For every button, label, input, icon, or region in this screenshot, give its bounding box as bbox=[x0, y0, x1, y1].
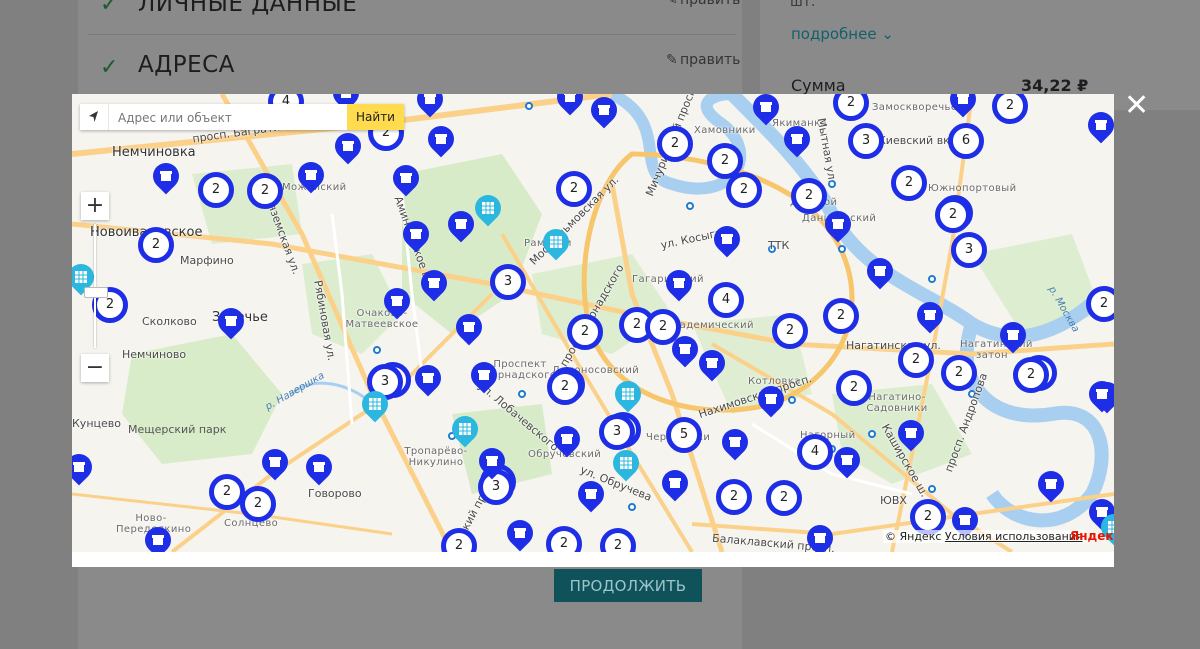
terms-link[interactable]: Условия использования bbox=[945, 530, 1083, 543]
street-label: ЮВХ bbox=[880, 494, 907, 507]
pencil-icon: ✎ bbox=[666, 0, 678, 8]
cluster-marker[interactable]: 5 bbox=[666, 417, 702, 453]
yandex-logo-text: Яндекс bbox=[1070, 529, 1114, 543]
pencil-icon: ✎ bbox=[666, 52, 678, 68]
copyright-text: © Яндекс bbox=[885, 530, 942, 543]
place-label: Немчиновка bbox=[112, 145, 196, 160]
cluster-marker[interactable]: 2 bbox=[138, 227, 174, 263]
district-label: Замоскворечье bbox=[872, 102, 958, 113]
cluster-marker[interactable]: 2 bbox=[657, 126, 693, 162]
close-icon[interactable]: ✕ bbox=[1124, 91, 1149, 121]
cluster-marker[interactable]: 4 bbox=[797, 434, 833, 470]
check-icon: ✓ bbox=[100, 0, 119, 17]
place-label: Говорово bbox=[308, 487, 362, 500]
sum-label: Сумма bbox=[791, 76, 846, 95]
continue-button[interactable]: ПРОДОЛЖИТЬ bbox=[554, 569, 702, 602]
zoom-out-button[interactable]: − bbox=[81, 354, 109, 382]
district-label: Южнопортовый bbox=[928, 183, 1017, 194]
zoom-slider-handle[interactable] bbox=[84, 287, 108, 298]
map-modal: Немчиновка Новоивановское Марфино Сколко… bbox=[72, 94, 1114, 567]
section-personal-title: ЛИЧНЫЕ ДАННЫЕ bbox=[138, 0, 358, 17]
cluster-marker[interactable]: 3 bbox=[490, 264, 526, 300]
map-search-bar: Найти bbox=[80, 104, 404, 132]
geolocation-button[interactable] bbox=[80, 104, 109, 130]
cluster-marker[interactable]: 2 bbox=[941, 355, 977, 391]
cluster-marker[interactable]: 2 bbox=[716, 479, 752, 515]
cluster-marker[interactable]: 2 bbox=[823, 298, 859, 334]
cluster-marker[interactable]: 2 bbox=[240, 486, 276, 522]
place-label: Сколково bbox=[142, 315, 197, 328]
more-link[interactable]: подробнее ⌄ bbox=[791, 25, 894, 43]
find-button[interactable]: Найти bbox=[347, 104, 404, 130]
zoom-control: + − bbox=[81, 192, 109, 382]
cluster-marker[interactable]: 2 bbox=[567, 314, 603, 350]
zoom-in-button[interactable]: + bbox=[81, 192, 109, 220]
map-attribution: © Яндекс Условия использования bbox=[883, 530, 1085, 543]
place-label: Немчиново bbox=[122, 348, 187, 361]
map-search-input[interactable] bbox=[116, 104, 348, 132]
divider bbox=[88, 34, 736, 35]
cluster-marker[interactable]: 2 bbox=[1013, 357, 1049, 393]
place-label: Марфино bbox=[180, 254, 234, 267]
place-label: Кунцево bbox=[72, 417, 121, 430]
park-label: Мещерский парк bbox=[128, 423, 227, 436]
cluster-marker[interactable]: 2 bbox=[891, 165, 927, 201]
cluster-marker[interactable]: 2 bbox=[556, 171, 592, 207]
cluster-marker[interactable]: 4 bbox=[708, 282, 744, 318]
cluster-marker[interactable]: 2 bbox=[772, 313, 808, 349]
cluster-marker[interactable]: 2 bbox=[766, 480, 802, 516]
cluster-marker[interactable]: 2 bbox=[898, 342, 934, 378]
cluster-marker[interactable]: 3 bbox=[599, 414, 635, 450]
chevron-down-icon: ⌄ bbox=[881, 25, 894, 43]
district-label: Нагатино-Садовники bbox=[866, 392, 928, 414]
edit-address-link[interactable]: ✎ править bbox=[666, 52, 740, 68]
district-label: Очаково-Матвеевское bbox=[345, 308, 419, 330]
cluster-marker[interactable]: 2 bbox=[1086, 286, 1114, 322]
cluster-marker[interactable]: 2 bbox=[935, 197, 971, 233]
section-address-title: АДРЕСА bbox=[138, 52, 235, 78]
zoom-slider-track[interactable] bbox=[94, 224, 96, 348]
cluster-marker[interactable]: 2 bbox=[547, 369, 583, 405]
district-label: Хамовники bbox=[694, 125, 756, 136]
cluster-marker[interactable]: 6 bbox=[948, 123, 984, 159]
district-label: Тропарёво-Никулино bbox=[404, 446, 468, 468]
navigation-arrow-icon bbox=[89, 111, 98, 122]
cluster-marker[interactable]: 3 bbox=[951, 232, 987, 268]
yandex-logo[interactable]: Яндекс bbox=[1070, 529, 1114, 543]
cluster-marker[interactable]: 3 bbox=[848, 123, 884, 159]
cluster-marker[interactable]: 2 bbox=[791, 178, 827, 214]
sum-value: 34,22 ₽ bbox=[1021, 76, 1089, 95]
street-label: Киевский вкз. bbox=[878, 134, 960, 147]
cluster-marker[interactable]: 2 bbox=[726, 172, 762, 208]
cluster-marker[interactable]: 2 bbox=[198, 172, 234, 208]
units-label: шт. bbox=[790, 0, 816, 10]
check-icon: ✓ bbox=[100, 55, 119, 80]
pickup-map[interactable]: Немчиновка Новоивановское Марфино Сколко… bbox=[72, 94, 1114, 552]
cluster-marker[interactable]: 2 bbox=[836, 370, 872, 406]
cluster-marker[interactable]: 2 bbox=[247, 173, 283, 209]
edit-personal-link[interactable]: ✎ править bbox=[666, 0, 740, 8]
street-label: ТТК bbox=[768, 239, 790, 252]
